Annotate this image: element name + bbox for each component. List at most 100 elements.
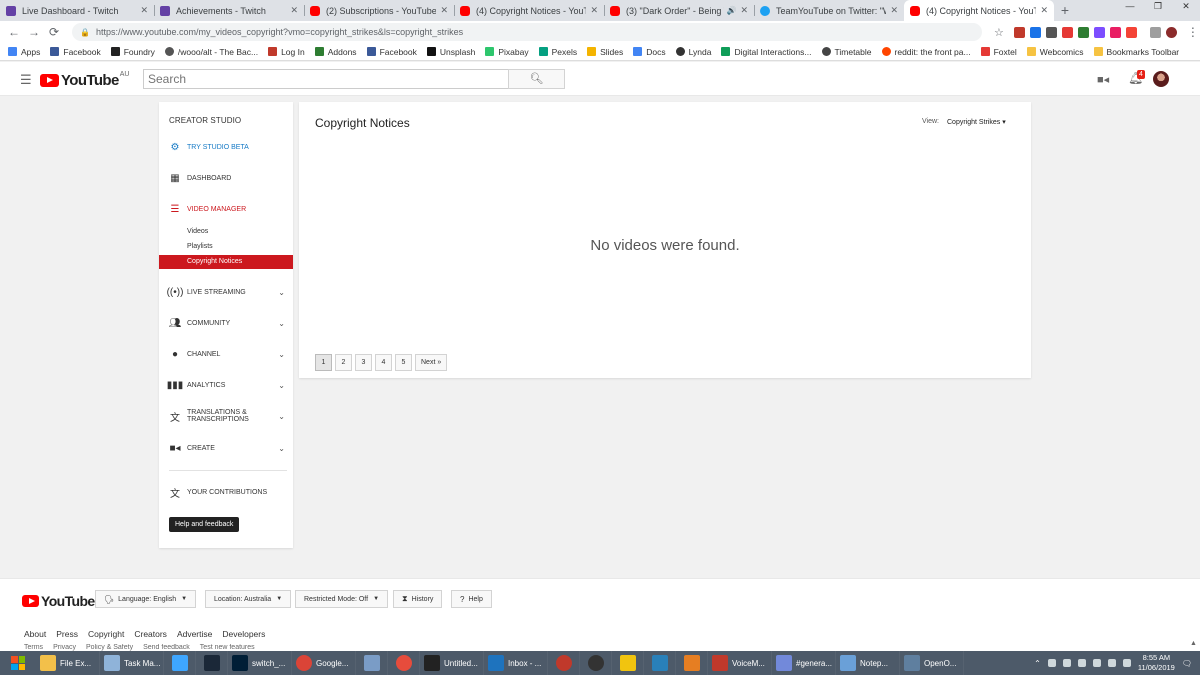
page-button-3[interactable]: 3 <box>355 354 372 371</box>
taskbar-app[interactable] <box>644 651 676 675</box>
browser-tab[interactable]: (3) "Dark Order" - Being The🔊✕ <box>604 0 754 21</box>
taskbar-voicemeeter[interactable]: VoiceM... <box>708 651 772 675</box>
bookmark-item[interactable]: Foundry <box>110 47 155 57</box>
taskbar-obs[interactable] <box>580 651 612 675</box>
back-icon[interactable]: ← <box>4 25 24 39</box>
browser-tab[interactable]: TeamYouTube on Twitter: "We'd✕ <box>754 0 904 21</box>
language-picker-button[interactable]: 🗣︎ Language: English ▼ <box>95 590 197 608</box>
action-center-icon[interactable]: 🗨︎ <box>1182 659 1192 668</box>
bookmark-item[interactable]: Digital Interactions... <box>721 47 812 57</box>
taskbar-discord[interactable]: #genera... <box>772 651 836 675</box>
sidebar-item-live-streaming[interactable]: ((•)) LIVE STREAMING ⌄ <box>167 286 285 298</box>
browser-tab[interactable]: Live Dashboard - Twitch ✕ <box>0 0 154 21</box>
sidebar-subitem-copyright-notices[interactable]: Copyright Notices <box>159 255 293 269</box>
bookmark-item[interactable]: Addons <box>314 47 357 57</box>
tray-icon[interactable] <box>1047 659 1056 667</box>
scroll-arrow-icon[interactable]: ▲ <box>1190 640 1197 647</box>
search-input[interactable] <box>143 69 509 89</box>
taskbar-mail[interactable]: Inbox - ... <box>484 651 548 675</box>
taskbar-app[interactable] <box>548 651 580 675</box>
taskbar-video-editor[interactable]: Untitled... <box>420 651 484 675</box>
close-icon[interactable]: ✕ <box>590 5 598 16</box>
page-button-5[interactable]: 5 <box>395 354 412 371</box>
tray-icon[interactable] <box>1062 659 1071 667</box>
footer-link[interactable]: Advertise <box>177 629 212 639</box>
sidebar-item-channel[interactable]: ● CHANNEL ⌄ <box>169 348 285 360</box>
close-icon[interactable]: ✕ <box>1040 5 1048 16</box>
view-dropdown[interactable]: Copyright Strikes ▾ <box>947 118 1006 126</box>
bookmark-item[interactable]: Log In <box>268 47 305 57</box>
extension-icon[interactable] <box>1061 26 1073 38</box>
taskbar-steam[interactable] <box>196 651 228 675</box>
network-icon[interactable] <box>1107 659 1116 667</box>
account-avatar[interactable] <box>1153 71 1169 87</box>
bookmark-item[interactable]: Foxtel <box>980 47 1017 57</box>
extension-icon[interactable] <box>1093 26 1105 38</box>
close-icon[interactable]: ✕ <box>740 5 748 16</box>
page-button-1[interactable]: 1 <box>315 354 332 371</box>
bookmark-folder[interactable]: Webcomics <box>1026 47 1084 57</box>
profile-avatar-icon[interactable] <box>1165 26 1177 38</box>
video-camera-upload-icon[interactable]: ■◂ <box>1097 73 1109 86</box>
page-button-2[interactable]: 2 <box>335 354 352 371</box>
browser-tab-active[interactable]: (4) Copyright Notices - YouTube✕ <box>904 0 1054 21</box>
speaker-icon[interactable]: 🔊 <box>726 6 736 15</box>
page-button-4[interactable]: 4 <box>375 354 392 371</box>
footer-link[interactable]: Developers <box>222 629 265 639</box>
youtube-logo[interactable]: YouTube AU <box>40 71 129 89</box>
sidebar-item-translations[interactable]: 文 TRANSLATIONS & TRANSCRIPTIONS ⌄ <box>169 409 285 424</box>
taskbar-app[interactable] <box>164 651 196 675</box>
new-tab-button[interactable]: + <box>1054 0 1076 21</box>
bookmark-item[interactable]: Unsplash <box>426 47 475 57</box>
extension-icon[interactable] <box>1077 26 1089 38</box>
footer-youtube-logo[interactable]: YouTube <box>22 593 95 609</box>
extension-icon[interactable] <box>1109 26 1121 38</box>
taskbar-app[interactable] <box>356 651 388 675</box>
taskbar-notepad[interactable]: Notep... <box>836 651 900 675</box>
footer-link[interactable]: About <box>24 629 46 639</box>
extension-icon[interactable] <box>1045 26 1057 38</box>
bookmark-item[interactable]: Slides <box>587 47 623 57</box>
extension-icon[interactable] <box>1029 26 1041 38</box>
location-picker-button[interactable]: Location: Australia ▼ <box>205 590 292 608</box>
cast-icon[interactable] <box>1149 26 1161 38</box>
sidebar-subitem-videos[interactable]: Videos <box>187 228 208 235</box>
close-window-icon[interactable]: ✕ <box>1172 0 1200 14</box>
sidebar-item-video-manager[interactable]: ☰ VIDEO MANAGER <box>169 203 285 215</box>
taskbar-task-manager[interactable]: Task Ma... <box>100 651 164 675</box>
taskbar-file-explorer[interactable]: File Ex... <box>36 651 100 675</box>
tray-icon[interactable] <box>1092 659 1101 667</box>
help-and-feedback-button[interactable]: Help and feedback <box>169 517 240 532</box>
bookmark-star-icon[interactable]: ☆ <box>994 26 1004 39</box>
sidebar-item-your-contributions[interactable]: 文 YOUR CONTRIBUTIONS <box>169 486 285 500</box>
sidebar-item-create[interactable]: ■◂ CREATE ⌄ <box>169 442 285 454</box>
sidebar-item-dashboard[interactable]: ▦ DASHBOARD <box>169 172 285 184</box>
close-icon[interactable]: ✕ <box>890 5 898 16</box>
address-bar[interactable]: 🔒 https://www.youtube.com/my_videos_copyr… <box>72 23 982 41</box>
search-button[interactable]: 🔍︎ <box>508 69 565 89</box>
browser-tab[interactable]: (4) Copyright Notices - YouTube✕ <box>454 0 604 21</box>
next-page-button[interactable]: Next » <box>415 354 448 371</box>
tray-chevron-icon[interactable]: ⌃ <box>1034 659 1041 668</box>
taskbar-clock[interactable]: 8:55 AM 11/06/2019 <box>1138 653 1175 673</box>
taskbar-app[interactable] <box>388 651 420 675</box>
sidebar-item-community[interactable]: 👥︎ COMMUNITY ⌄ <box>169 317 285 329</box>
tray-icon[interactable] <box>1077 659 1086 667</box>
close-icon[interactable]: ✕ <box>440 5 448 16</box>
start-button[interactable] <box>0 651 36 675</box>
bookmark-item[interactable]: Facebook <box>50 47 101 57</box>
volume-icon[interactable] <box>1122 659 1131 667</box>
minimize-icon[interactable]: — <box>1116 0 1144 14</box>
help-button[interactable]: ? Help <box>451 590 492 608</box>
hamburger-menu-icon[interactable]: ☰ <box>20 72 32 88</box>
bookmark-item[interactable]: reddit: the front pa... <box>881 47 971 57</box>
footer-link[interactable]: Copyright <box>88 629 124 639</box>
bookmark-item[interactable]: Pixabay <box>485 47 529 57</box>
browser-tab[interactable]: Achievements - Twitch ✕ <box>154 0 304 21</box>
restore-icon[interactable]: ❐ <box>1144 0 1172 14</box>
bookmark-item[interactable]: Pexels <box>538 47 577 57</box>
bookmark-item[interactable]: Timetable <box>821 47 872 57</box>
restricted-mode-button[interactable]: Restricted Mode: Off ▼ <box>295 590 389 608</box>
footer-link[interactable]: Creators <box>134 629 167 639</box>
close-icon[interactable]: ✕ <box>290 5 298 16</box>
